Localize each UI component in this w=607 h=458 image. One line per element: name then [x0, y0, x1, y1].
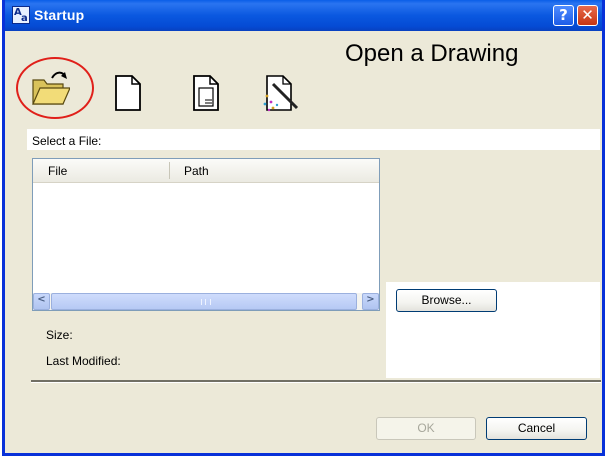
scroll-thumb[interactable] — [51, 293, 357, 310]
blank-page-icon[interactable] — [110, 72, 144, 112]
column-header-file[interactable]: File — [48, 164, 67, 178]
file-list[interactable]: File Path < > — [32, 158, 380, 311]
horizontal-scrollbar[interactable]: < > — [33, 293, 379, 310]
help-button[interactable]: ? — [553, 5, 574, 26]
autocad-app-icon: Aa — [12, 6, 30, 24]
list-header: File Path — [33, 159, 379, 183]
divider-highlight — [31, 382, 601, 383]
browse-button[interactable]: Browse... — [396, 289, 497, 312]
scroll-left-button[interactable]: < — [33, 293, 50, 310]
select-file-strip — [27, 129, 600, 150]
cancel-button[interactable]: Cancel — [486, 417, 587, 440]
size-label: Size: — [46, 328, 73, 342]
scroll-right-button[interactable]: > — [362, 293, 379, 310]
ok-button[interactable]: OK — [376, 417, 476, 440]
window-title: Startup — [34, 7, 85, 23]
open-folder-icon[interactable] — [30, 68, 71, 108]
wizard-icon[interactable] — [259, 72, 301, 114]
select-file-label: Select a File: — [32, 134, 102, 148]
page-heading: Open a Drawing — [345, 40, 519, 67]
column-divider[interactable] — [169, 162, 170, 179]
template-page-icon[interactable] — [188, 72, 222, 112]
close-button[interactable]: ✕ — [577, 5, 598, 26]
scroll-grip-icon — [201, 299, 211, 305]
column-header-path[interactable]: Path — [184, 164, 209, 178]
title-bar[interactable]: Aa Startup ? ✕ — [5, 0, 602, 31]
last-modified-label: Last Modified: — [46, 354, 121, 368]
